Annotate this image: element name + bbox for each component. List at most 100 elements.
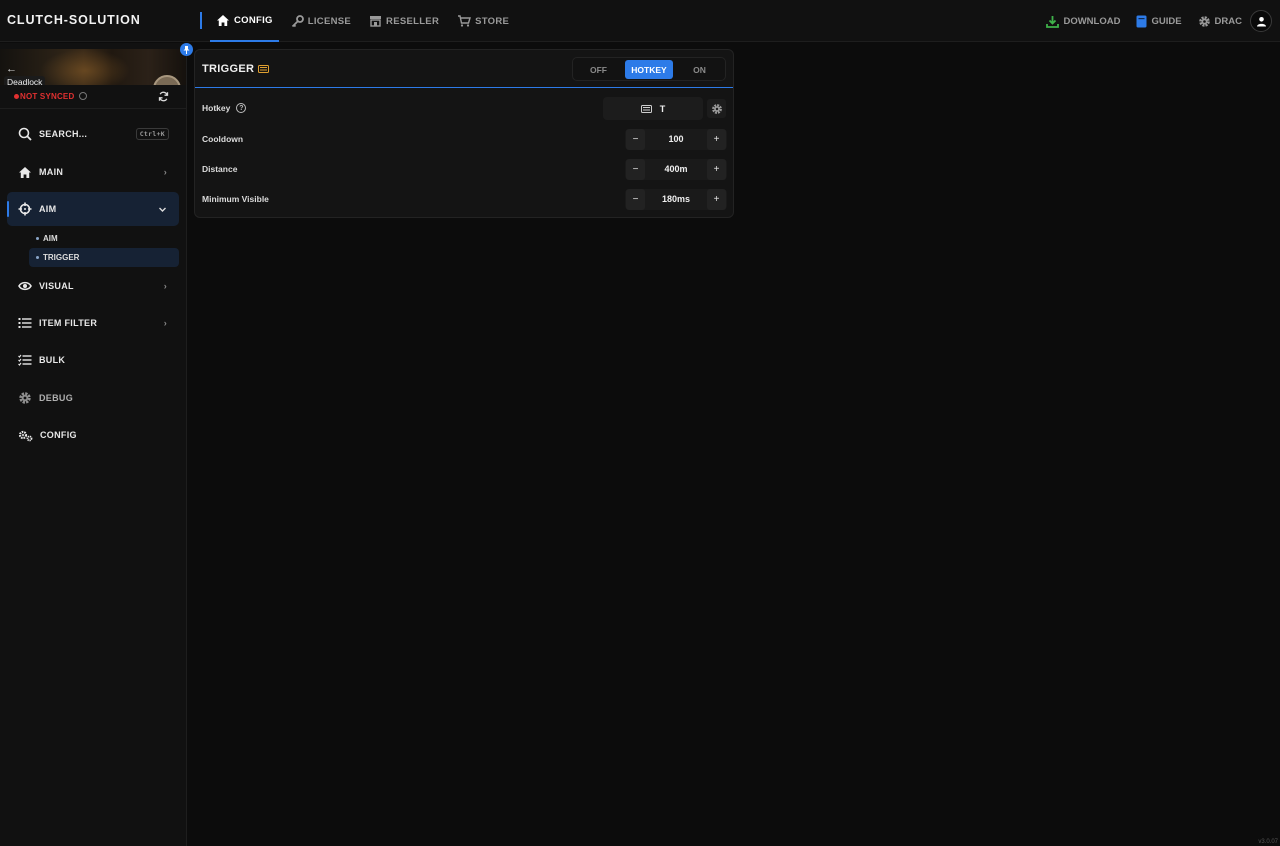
sidebar-item-visual[interactable]: VISUAL › xyxy=(7,269,179,303)
sidebar-subitem-trigger[interactable]: TRIGGER xyxy=(29,248,179,267)
sidebar-item-config[interactable]: CONFIG xyxy=(7,418,179,452)
key-icon xyxy=(291,14,304,27)
sidebar-item-label: MAIN xyxy=(39,167,64,177)
hotkey-label: Hotkey ? xyxy=(202,103,247,113)
hotkey-value: T xyxy=(659,103,666,114)
book-icon xyxy=(1136,15,1147,27)
mode-selector: OFF HOTKEY ON xyxy=(572,57,726,81)
pin-button[interactable] xyxy=(180,43,193,56)
panel-title-text: TRIGGER xyxy=(202,63,255,75)
increment-button[interactable]: + xyxy=(707,189,726,210)
refresh-icon[interactable] xyxy=(158,91,169,102)
crosshair-icon xyxy=(18,202,32,216)
sidebar-search[interactable]: SEARCH... Ctrl+K xyxy=(7,117,179,151)
gears-icon xyxy=(18,430,33,441)
bullet-dot xyxy=(36,256,39,259)
download-label: DOWNLOAD xyxy=(1063,15,1121,27)
sync-status-dot xyxy=(14,94,19,99)
search-icon xyxy=(18,127,32,141)
sidebar-item-label: VISUAL xyxy=(39,281,74,291)
download-link[interactable]: DOWNLOAD xyxy=(1046,15,1120,28)
min-visible-row: Minimum Visible − 180ms + xyxy=(195,183,733,213)
cooldown-label: Cooldown xyxy=(202,134,244,144)
top-bar: CLUTCH-SOLUTION CONFIG LICENSE RESELLER … xyxy=(0,0,1280,42)
keyboard-icon xyxy=(640,104,652,113)
top-nav: CONFIG LICENSE RESELLER STORE xyxy=(210,0,521,42)
sidebar-subitem-aim[interactable]: AIM xyxy=(29,229,179,248)
nav-tab-config[interactable]: CONFIG xyxy=(210,0,279,42)
distance-value[interactable]: 400m xyxy=(645,164,707,174)
home-icon xyxy=(217,14,229,26)
sidebar-item-main[interactable]: MAIN › xyxy=(7,155,179,189)
home-icon xyxy=(19,166,31,178)
bullet-dot xyxy=(36,237,39,240)
sidebar-item-aim[interactable]: AIM xyxy=(7,192,179,226)
game-emblem xyxy=(153,75,181,85)
panel-title: TRIGGER xyxy=(202,63,270,75)
sidebar-item-item-filter[interactable]: ITEM FILTER › xyxy=(7,306,179,340)
version-label: v3.0.07 xyxy=(1258,839,1278,845)
cooldown-stepper: − 100 + xyxy=(625,129,727,150)
eye-icon xyxy=(18,281,32,291)
mode-off-button[interactable]: OFF xyxy=(579,60,618,79)
mode-on-button[interactable]: ON xyxy=(680,60,719,79)
top-right-nav: DOWNLOAD GUIDE DRAC xyxy=(1030,0,1272,42)
game-name: Deadlock xyxy=(4,76,46,85)
mode-hotkey-button[interactable]: HOTKEY xyxy=(625,60,673,79)
gear-icon xyxy=(711,103,722,114)
nav-tab-license[interactable]: LICENSE xyxy=(285,0,357,42)
decrement-button[interactable]: − xyxy=(626,129,645,150)
help-icon[interactable]: ? xyxy=(236,103,247,113)
hotkey-row: Hotkey ? T xyxy=(195,92,733,122)
guide-label: GUIDE xyxy=(1151,15,1182,27)
search-shortcut: Ctrl+K xyxy=(135,128,169,140)
hotkey-input[interactable]: T xyxy=(603,97,703,120)
sync-status-text: NOT SYNCED xyxy=(20,92,75,101)
sidebar: ← Deadlock NOT SYNCED SEARCH... Ctrl+K M… xyxy=(0,43,193,846)
increment-button[interactable]: + xyxy=(707,159,726,180)
nav-tab-reseller[interactable]: RESELLER xyxy=(363,0,445,42)
guide-link[interactable]: GUIDE xyxy=(1136,15,1182,28)
sidebar-item-bulk[interactable]: BULK xyxy=(7,343,179,377)
sidebar-item-label: ITEM FILTER xyxy=(39,318,98,328)
hotkey-label-text: Hotkey xyxy=(202,103,231,113)
pin-icon xyxy=(183,45,190,54)
sidebar-item-debug[interactable]: DEBUG xyxy=(7,381,179,415)
app-brand: CLUTCH-SOLUTION xyxy=(7,13,141,27)
distance-label: Distance xyxy=(202,164,238,174)
hotkey-settings-button[interactable] xyxy=(707,99,726,118)
sidebar-item-label: AIM xyxy=(39,204,57,214)
decrement-button[interactable]: − xyxy=(626,159,645,180)
cooldown-row: Cooldown − 100 + xyxy=(195,123,733,153)
chevron-down-icon xyxy=(159,207,166,212)
search-label: SEARCH... xyxy=(39,129,88,139)
increment-button[interactable]: + xyxy=(707,129,726,150)
chevron-right-icon: › xyxy=(163,167,167,177)
nav-tab-label: CONFIG xyxy=(234,14,273,26)
banner-art xyxy=(40,49,130,85)
nav-tab-label: LICENSE xyxy=(307,15,352,27)
cart-icon xyxy=(458,15,472,27)
decrement-button[interactable]: − xyxy=(626,189,645,210)
trigger-panel: TRIGGER OFF HOTKEY ON Hotkey ? T Cooldow… xyxy=(194,49,734,218)
game-banner[interactable]: ← Deadlock xyxy=(0,49,186,85)
avatar[interactable] xyxy=(1250,10,1272,32)
sidebar-subitem-label: AIM xyxy=(43,234,58,243)
user-settings[interactable]: DRAC xyxy=(1198,15,1242,28)
distance-row: Distance − 400m + xyxy=(195,153,733,183)
back-arrow-icon[interactable]: ← xyxy=(6,63,17,75)
chevron-right-icon: › xyxy=(163,318,167,328)
nav-tab-label: STORE xyxy=(475,15,510,27)
user-name: DRAC xyxy=(1214,15,1242,27)
download-icon xyxy=(1046,15,1060,28)
info-icon[interactable] xyxy=(79,92,87,100)
min-visible-value[interactable]: 180ms xyxy=(645,194,707,204)
cooldown-value[interactable]: 100 xyxy=(645,134,707,144)
store-icon xyxy=(370,16,382,27)
chevron-right-icon: › xyxy=(163,281,167,291)
sidebar-subitem-label: TRIGGER xyxy=(43,253,80,262)
sidebar-item-label: CONFIG xyxy=(40,430,77,440)
gear-icon xyxy=(19,392,31,404)
nav-tab-store[interactable]: STORE xyxy=(451,0,515,42)
sync-status-row: NOT SYNCED xyxy=(0,87,186,109)
